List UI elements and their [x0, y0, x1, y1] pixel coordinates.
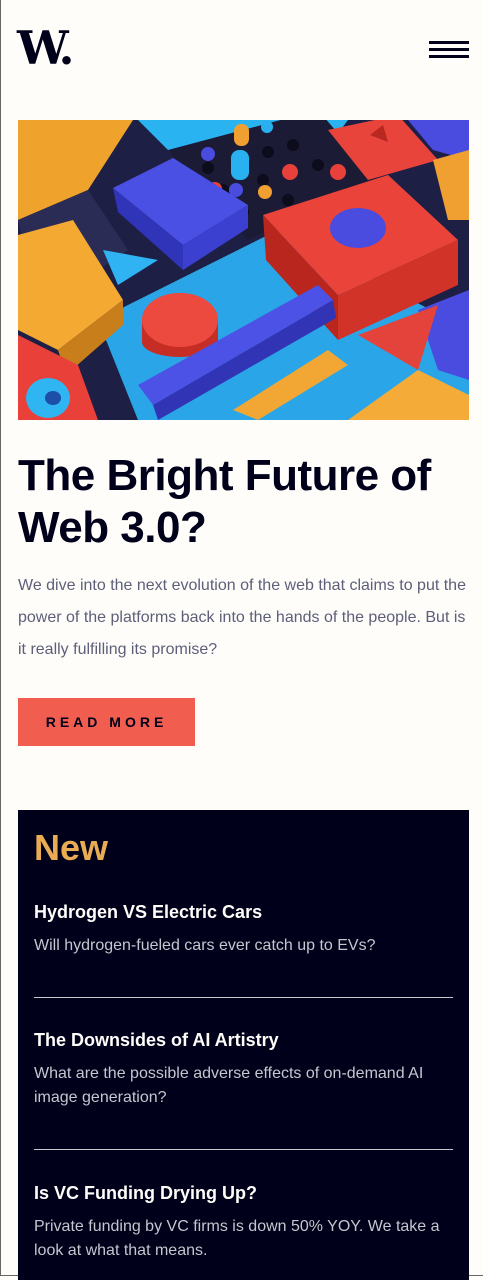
hamburger-menu-icon[interactable] — [429, 41, 469, 59]
site-logo[interactable]: W. — [17, 25, 74, 71]
abstract-3d-shapes-image — [18, 120, 469, 420]
news-item-summary: What are the possible adverse effects of… — [34, 1065, 424, 1106]
divider — [34, 997, 453, 998]
news-item: Hydrogen VS Electric Cars Will hydrogen-… — [34, 900, 453, 958]
news-item-title[interactable]: Hydrogen VS Electric Cars — [34, 900, 453, 924]
news-item: The Downsides of AI Artistry What are th… — [34, 1028, 453, 1110]
news-item-summary: Will hydrogen-fueled cars ever catch up … — [34, 937, 376, 954]
divider — [34, 1149, 453, 1150]
menu-bar — [429, 48, 469, 51]
menu-bar — [429, 55, 469, 58]
news-item: Is VC Funding Drying Up? Private funding… — [34, 1181, 453, 1263]
news-item-title[interactable]: Is VC Funding Drying Up? — [34, 1181, 453, 1205]
article-intro: We dive into the next evolution of the w… — [18, 577, 466, 658]
article-title: The Bright Future of Web 3.0? — [18, 451, 431, 552]
read-more-button[interactable]: READ MORE — [18, 698, 195, 746]
news-item-title[interactable]: The Downsides of AI Artistry — [34, 1028, 453, 1052]
menu-bar — [429, 41, 469, 44]
site-header: W. — [17, 25, 469, 71]
new-section-title: New — [34, 827, 109, 868]
new-articles-panel: New Hydrogen VS Electric Cars Will hydro… — [18, 810, 469, 1280]
hero-image — [18, 120, 469, 420]
news-item-summary: Private funding by VC firms is down 50% … — [34, 1218, 440, 1259]
